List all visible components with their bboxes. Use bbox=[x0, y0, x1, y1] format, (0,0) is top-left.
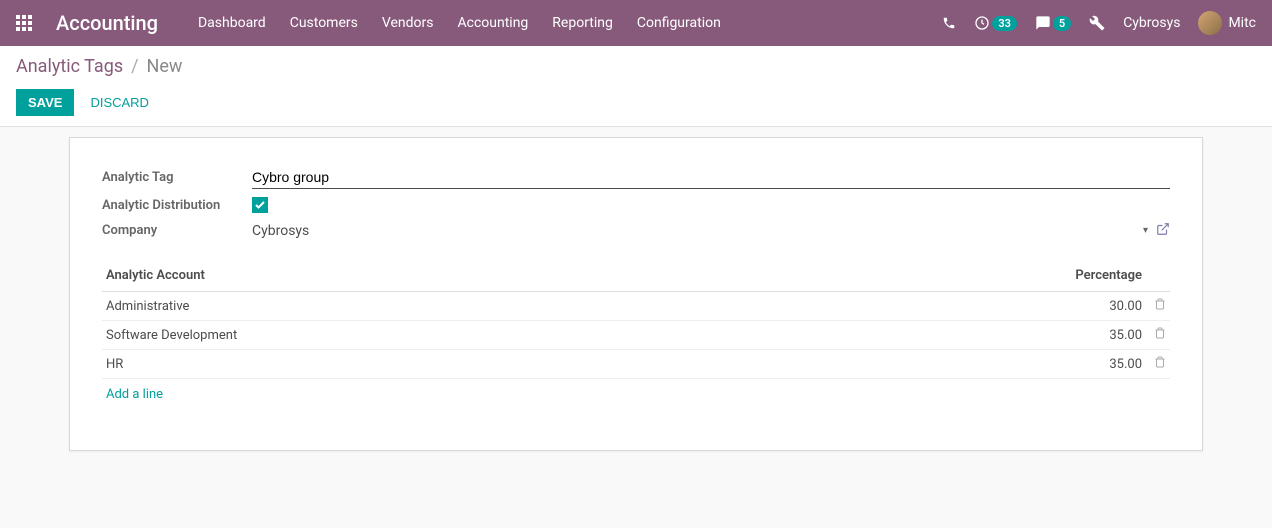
avatar bbox=[1198, 11, 1222, 35]
td-account: HR bbox=[106, 357, 1022, 372]
trash-icon[interactable] bbox=[1142, 298, 1166, 314]
input-analytic-tag[interactable] bbox=[252, 166, 1170, 189]
checkbox-analytic-distribution[interactable] bbox=[252, 197, 268, 213]
label-analytic-tag: Analytic Tag bbox=[102, 170, 252, 185]
trash-icon[interactable] bbox=[1142, 327, 1166, 343]
breadcrumb-current: New bbox=[147, 56, 183, 77]
nav-reporting[interactable]: Reporting bbox=[552, 15, 613, 31]
td-account: Software Development bbox=[106, 328, 1022, 343]
field-analytic-tag: Analytic Tag bbox=[102, 166, 1170, 189]
td-percentage: 35.00 bbox=[1022, 357, 1142, 372]
chat-icon[interactable]: 5 bbox=[1035, 15, 1071, 31]
top-nav: Accounting Dashboard Customers Vendors A… bbox=[0, 0, 1272, 46]
breadcrumb-separator: / bbox=[131, 56, 138, 77]
activity-icon[interactable]: 33 bbox=[974, 15, 1017, 31]
activity-badge: 33 bbox=[992, 16, 1017, 31]
user-menu[interactable]: Mitc bbox=[1198, 11, 1256, 35]
trash-icon[interactable] bbox=[1142, 356, 1166, 372]
td-percentage: 35.00 bbox=[1022, 328, 1142, 343]
external-link-icon[interactable] bbox=[1156, 221, 1170, 240]
app-title: Accounting bbox=[56, 11, 158, 35]
chat-badge: 5 bbox=[1053, 16, 1071, 31]
table-row[interactable]: Administrative 30.00 bbox=[102, 292, 1170, 321]
control-panel: Analytic Tags / New SAVE DISCARD bbox=[0, 46, 1272, 127]
tools-icon[interactable] bbox=[1089, 15, 1105, 31]
discard-button[interactable]: DISCARD bbox=[82, 89, 157, 116]
user-name: Mitc bbox=[1228, 15, 1256, 31]
table-row[interactable]: HR 35.00 bbox=[102, 350, 1170, 379]
th-analytic-account[interactable]: Analytic Account bbox=[106, 268, 1026, 283]
nav-accounting[interactable]: Accounting bbox=[457, 15, 528, 31]
breadcrumb-parent[interactable]: Analytic Tags bbox=[16, 56, 123, 77]
label-company: Company bbox=[102, 223, 252, 238]
nav-vendors[interactable]: Vendors bbox=[382, 15, 434, 31]
nav-configuration[interactable]: Configuration bbox=[637, 15, 721, 31]
form-sheet: Analytic Tag Analytic Distribution Compa… bbox=[69, 137, 1203, 451]
th-percentage[interactable]: Percentage bbox=[1026, 268, 1166, 283]
nav-menu: Dashboard Customers Vendors Accounting R… bbox=[198, 15, 942, 31]
field-company: Company Cybrosys ▾ bbox=[102, 221, 1170, 240]
apps-icon[interactable] bbox=[16, 15, 32, 31]
td-account: Administrative bbox=[106, 299, 1022, 314]
add-line-button[interactable]: Add a line bbox=[102, 379, 1170, 410]
label-analytic-distribution: Analytic Distribution bbox=[102, 198, 252, 213]
distribution-table: Analytic Account Percentage Administrati… bbox=[102, 260, 1170, 410]
nav-dashboard[interactable]: Dashboard bbox=[198, 15, 266, 31]
table-row[interactable]: Software Development 35.00 bbox=[102, 321, 1170, 350]
phone-icon[interactable] bbox=[942, 16, 956, 30]
save-button[interactable]: SAVE bbox=[16, 89, 74, 116]
td-percentage: 30.00 bbox=[1022, 299, 1142, 314]
breadcrumb: Analytic Tags / New bbox=[16, 56, 1256, 77]
button-row: SAVE DISCARD bbox=[16, 89, 1256, 116]
company-dropdown-icon[interactable]: ▾ bbox=[1143, 225, 1148, 236]
value-company[interactable]: Cybrosys bbox=[252, 223, 1143, 239]
nav-right: 33 5 Cybrosys Mitc bbox=[942, 11, 1256, 35]
field-analytic-distribution: Analytic Distribution bbox=[102, 197, 1170, 213]
main-content: Analytic Tag Analytic Distribution Compa… bbox=[0, 127, 1272, 491]
table-header: Analytic Account Percentage bbox=[102, 260, 1170, 292]
company-name[interactable]: Cybrosys bbox=[1123, 15, 1180, 31]
nav-customers[interactable]: Customers bbox=[290, 15, 358, 31]
